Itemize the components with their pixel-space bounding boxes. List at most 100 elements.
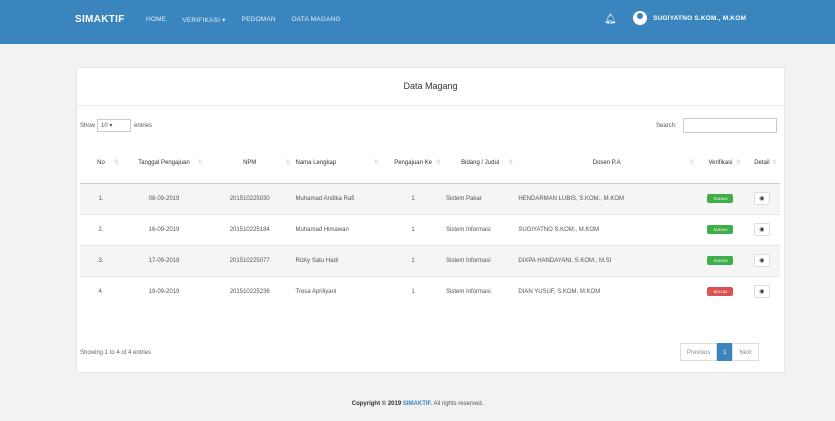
column-header-label: Nama Lengkap [295,159,337,166]
entries-select[interactable]: 10 ▾ [97,119,131,132]
table-info: Showing 1 to 4 of 4 entries [80,350,152,356]
column-header-detail[interactable]: Detail ⇅ [743,143,780,184]
copyright-text: Copyright © 2019 [351,401,402,407]
column-header-npm[interactable]: NPM ⇅ [206,143,294,184]
sort-icon: ⇅ [735,160,741,166]
rights-text: All rights reserved. [433,401,484,407]
cell-npm: 201510225184 [206,213,294,245]
detail-button[interactable]: ◉ [753,254,770,267]
previous-button[interactable]: Previous [680,343,718,361]
footer-brand-link[interactable]: SIMAKTIF. [403,401,432,407]
cell-tanggal: 16-09-2019 [122,213,206,245]
column-header-no[interactable]: No ⇅ [80,143,122,184]
column-header-label: Dosen P.A [592,159,621,166]
column-header-bidang[interactable]: Bidang / Judul ⇅ [443,143,517,184]
nav-home[interactable]: HOME [146,16,166,24]
cell-tanggal: 17-09-2019 [122,244,206,276]
status-badge: SUDAH [707,194,734,203]
eye-icon: ◉ [759,227,765,233]
column-header-tanggal[interactable]: Tanggal Pengajuan ⇅ [122,143,206,184]
column-header-label: Detail [754,159,770,166]
table-row: 2. 16-09-2019 201510225184 Muhamad Himaw… [80,213,780,245]
cell-no: 3. [80,244,122,276]
cell-nama: Rizky Satu Hadi [293,244,383,276]
sort-icon: ⇅ [197,160,203,166]
page-1-button[interactable]: 1 [717,343,733,361]
nav-data-magang[interactable]: DATA MAGANG [292,16,341,24]
notification-bell-icon[interactable]: 🔔︎ [604,14,617,25]
nav-links: HOME VERIFIKASI ▾ PEDOMAN DATA MAGANG [146,16,357,24]
cell-nama: Tresa Apriliyani [293,275,383,307]
column-header-nama[interactable]: Nama Lengkap ⇅ [293,143,383,184]
page-footer: Copyright © 2019 SIMAKTIF. All rights re… [0,401,835,407]
column-header-verifikasi[interactable]: Verifikasi ⇅ [697,143,744,184]
cell-verifikasi: BELUM [697,275,744,307]
cell-detail: ◉ [743,182,780,214]
data-panel: Data Magang Show 10 ▾ entries Search: No… [76,67,785,373]
entries-label: entries [134,123,153,129]
detail-button[interactable]: ◉ [753,192,770,205]
top-navbar: SIMAKTIF HOME VERIFIKASI ▾ PEDOMAN DATA … [0,0,835,44]
cell-bidang: Sistem Informasi [443,244,517,276]
column-header-label: Pengajuan Ke [394,159,432,166]
chevron-down-icon: ▾ [109,123,113,129]
cell-no: 2. [80,213,122,245]
column-header-label: Bidang / Judul [461,159,500,166]
cell-no: 1. [80,182,122,214]
detail-button[interactable]: ◉ [753,285,770,299]
search-label: Search: [656,123,677,129]
user-name[interactable]: SUGIYATNO S.KOM., M.KOM [653,15,746,22]
cell-npm: 201510225077 [206,244,294,276]
status-badge: SUDAH [707,225,734,234]
cell-pengajuan: 1 [382,213,444,245]
cell-dosen: DIXPA HANDAYANI, S.KOM., M.SI [516,244,698,276]
data-table: No ⇅ Tanggal Pengajuan ⇅ NPM ⇅ Nama Lengkap… [80,143,780,307]
cell-detail: ◉ [743,275,780,307]
eye-icon: ◉ [759,258,765,264]
column-header-label: No [97,159,105,166]
next-button[interactable]: Next [732,343,759,361]
cell-pengajuan: 1 [382,244,444,276]
column-header-label: NPM [243,159,257,166]
column-header-pengajuan[interactable]: Pengajuan Ke ⇅ [382,143,444,184]
nav-pedoman[interactable]: PEDOMAN [242,16,276,24]
cell-dosen: SUGIYATNO S.KOM., M.KOM [516,213,698,245]
sort-icon: ⇅ [285,160,291,166]
cell-no: 4. [80,275,122,307]
detail-button[interactable]: ◉ [753,223,770,236]
brand-logo[interactable]: SIMAKTIF [75,14,125,25]
search-input[interactable] [683,118,777,133]
cell-tanggal: 08-09-2019 [122,182,206,214]
table-row: 3. 17-09-2019 201510225077 Rizky Satu Ha… [80,244,780,276]
sort-icon: ⇅ [113,160,119,166]
user-avatar[interactable] [633,11,647,25]
entries-select-value: 10 [101,123,108,129]
column-header-label: Tanggal Pengajuan [138,159,190,166]
column-header-dosen[interactable]: Dosen P.A ⇅ [516,143,698,184]
sort-icon: ⇅ [771,160,777,166]
cell-detail: ◉ [743,244,780,276]
cell-verifikasi: SUDAH [697,213,744,245]
cell-pengajuan: 1 [382,275,444,307]
pagination: Previous 1 Next [680,343,759,361]
cell-npm: 201510225236 [206,275,294,307]
cell-nama: Muhamad Andika Rafi [293,182,383,214]
divider [77,105,784,106]
column-header-label: Verifikasi [708,159,733,166]
cell-detail: ◉ [743,213,780,245]
table-row: 4. 19-09-2019 201510225236 Tresa Apriliy… [80,275,780,307]
sort-icon: ⇅ [435,160,441,166]
table-row: 1. 08-09-2019 201510225030 Muhamad Andik… [80,182,780,214]
cell-dosen: DIAN YUSUF, S.KOM, M.KOM [516,275,698,307]
cell-pengajuan: 1 [382,182,444,214]
cell-tanggal: 19-09-2019 [122,275,206,307]
nav-verifikasi-dropdown[interactable]: VERIFIKASI ▾ [182,16,225,24]
status-badge: SUDAH [707,256,734,265]
cell-bidang: Sistem Informasi [443,213,517,245]
table-header-row: No ⇅ Tanggal Pengajuan ⇅ NPM ⇅ Nama Lengkap… [80,143,780,184]
cell-dosen: HENDARMAN LUBIS, S.KOM., M.KOM [516,182,698,214]
show-label: Show [80,123,96,129]
cell-bidang: Sistem Informasi [443,275,517,307]
cell-npm: 201510225030 [206,182,294,214]
sort-icon: ⇅ [508,160,514,166]
